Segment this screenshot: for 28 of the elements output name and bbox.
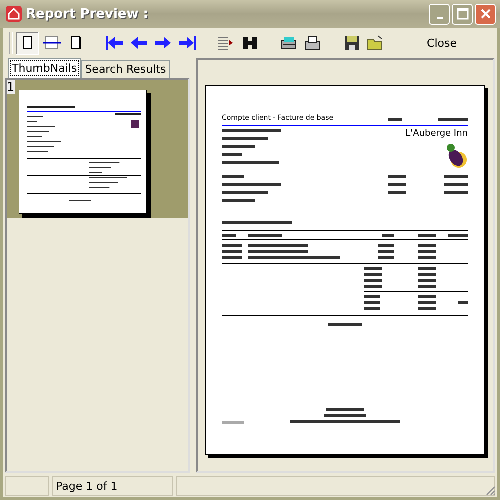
printer-icon xyxy=(278,34,298,52)
minimize-icon xyxy=(436,17,442,19)
left-arrow-icon xyxy=(128,34,148,52)
window-title: Report Preview : xyxy=(26,6,148,22)
first-page-arrow-icon xyxy=(104,34,124,52)
printer-icon xyxy=(302,34,322,52)
eggplant-logo-icon xyxy=(444,143,468,169)
illegible-text-drawing xyxy=(222,421,244,424)
company-name: L'Auberge Inn xyxy=(406,129,468,139)
maximize-icon xyxy=(456,8,468,20)
status-bar-panel xyxy=(5,476,49,496)
last-page-arrow-icon xyxy=(176,34,196,52)
folder-icon xyxy=(366,34,386,52)
page-count: Page 1 of 1 xyxy=(56,480,118,492)
resize-grip-icon xyxy=(484,484,496,496)
page-number: 1 xyxy=(7,80,15,94)
tab[interactable]: Search Results xyxy=(81,60,170,78)
close-button[interactable]: Close xyxy=(419,34,465,52)
tab[interactable]: ThumbNails xyxy=(8,58,82,78)
thumbnail-item[interactable]: 1 xyxy=(7,80,188,218)
close-button[interactable] xyxy=(475,4,496,24)
illegible-text-drawing xyxy=(222,129,282,167)
page-width-icon xyxy=(42,34,60,52)
app-icon xyxy=(6,6,22,22)
whole-page-view-button[interactable] xyxy=(16,32,39,54)
right-arrow-icon xyxy=(152,34,172,52)
close-icon xyxy=(480,8,492,20)
illegible-text-drawing xyxy=(222,221,292,224)
